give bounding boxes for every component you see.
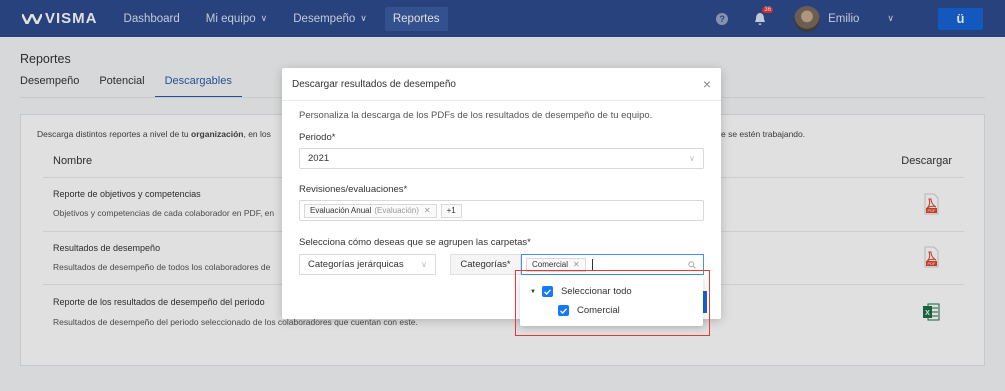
text-cursor xyxy=(591,258,593,271)
search-icon xyxy=(688,260,696,269)
modal-title: Descargar resultados de desempeño xyxy=(292,78,456,90)
review-more-tag: +1 xyxy=(440,203,462,218)
modal-header: Descargar resultados de desempeño × xyxy=(282,68,721,101)
category-tag-label: Comercial xyxy=(532,260,569,269)
close-icon[interactable]: × xyxy=(703,76,711,92)
review-tag-type: (Evaluación) xyxy=(374,206,419,215)
group-select[interactable]: Categorías jerárquicas ∨ xyxy=(299,254,436,275)
chevron-down-icon: ∨ xyxy=(689,154,695,163)
period-value: 2021 xyxy=(308,153,330,164)
period-select[interactable]: 2021 ∨ xyxy=(299,148,704,169)
review-tag: Evaluación Anual (Evaluación) ✕ xyxy=(304,203,437,218)
review-tag-label: Evaluación Anual xyxy=(310,206,372,215)
reviews-select[interactable]: Evaluación Anual (Evaluación) ✕ +1 xyxy=(299,200,704,221)
close-icon[interactable]: ✕ xyxy=(573,260,580,269)
reviews-label: Revisiones/evaluaciones* xyxy=(299,184,408,195)
chevron-down-icon: ∨ xyxy=(421,260,427,269)
group-label: Selecciona cómo deseas que se agrupen la… xyxy=(299,237,531,248)
modal-intro: Personaliza la descarga de los PDFs de l… xyxy=(299,110,653,121)
period-label: Periodo* xyxy=(299,132,336,143)
categories-label: Categorías* xyxy=(450,254,521,275)
group-value: Categorías jerárquicas xyxy=(308,259,404,270)
highlight-box xyxy=(515,270,710,336)
close-icon[interactable]: ✕ xyxy=(424,206,431,215)
